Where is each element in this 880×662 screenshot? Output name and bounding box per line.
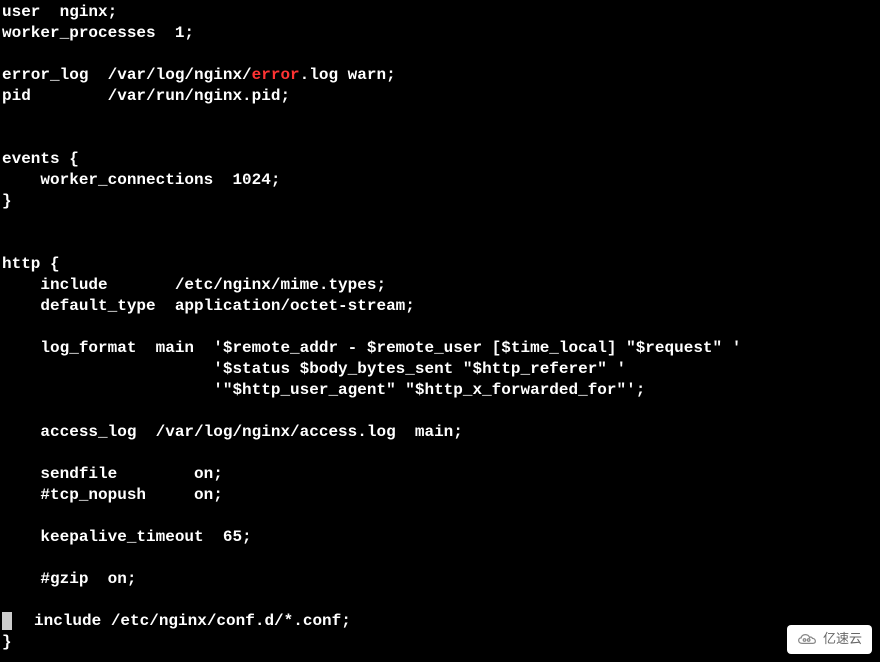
config-line: http { <box>2 254 880 275</box>
watermark-badge: 亿速云 <box>787 625 872 654</box>
code-text: '"$http_user_agent" "$http_x_forwarded_f… <box>2 381 645 399</box>
config-line: '"$http_user_agent" "$http_x_forwarded_f… <box>2 380 880 401</box>
config-line: pid /var/run/nginx.pid; <box>2 86 880 107</box>
config-line <box>2 128 880 149</box>
code-text: include /etc/nginx/conf.d/*.conf; <box>34 612 351 630</box>
config-line: access_log /var/log/nginx/access.log mai… <box>2 422 880 443</box>
config-line <box>2 233 880 254</box>
code-text: log_format main '$remote_addr - $remote_… <box>2 339 741 357</box>
code-text: error_log /var/log/nginx/ <box>2 66 252 84</box>
config-line <box>2 317 880 338</box>
code-text: worker_connections 1024; <box>2 171 280 189</box>
config-line: error_log /var/log/nginx/error.log warn; <box>2 65 880 86</box>
config-line: log_format main '$remote_addr - $remote_… <box>2 338 880 359</box>
code-text: '$status $body_bytes_sent "$http_referer… <box>2 360 626 378</box>
config-line: '$status $body_bytes_sent "$http_referer… <box>2 359 880 380</box>
config-line <box>2 44 880 65</box>
config-line: include /etc/nginx/conf.d/*.conf; <box>2 611 880 632</box>
config-line <box>2 443 880 464</box>
config-line: worker_processes 1; <box>2 23 880 44</box>
config-line: } <box>2 191 880 212</box>
config-line <box>2 212 880 233</box>
code-text: } <box>2 192 12 210</box>
config-line: include /etc/nginx/mime.types; <box>2 275 880 296</box>
code-text: access_log /var/log/nginx/access.log mai… <box>2 423 463 441</box>
code-text: #gzip on; <box>2 570 136 588</box>
code-text: default_type application/octet-stream; <box>2 297 415 315</box>
code-text: error <box>252 66 300 84</box>
code-text: pid /var/run/nginx.pid; <box>2 87 290 105</box>
config-line <box>2 401 880 422</box>
text-cursor <box>2 612 12 630</box>
code-text: events { <box>2 150 79 168</box>
config-line: keepalive_timeout 65; <box>2 527 880 548</box>
code-text: user nginx; <box>2 3 117 21</box>
config-line <box>2 548 880 569</box>
cloud-icon <box>797 633 817 647</box>
code-text: keepalive_timeout 65; <box>2 528 252 546</box>
config-line <box>2 506 880 527</box>
config-line: default_type application/octet-stream; <box>2 296 880 317</box>
config-line: } <box>2 632 880 653</box>
code-text: #tcp_nopush on; <box>2 486 223 504</box>
terminal-editor[interactable]: user nginx; worker_processes 1; error_log … <box>2 2 880 653</box>
config-line: sendfile on; <box>2 464 880 485</box>
config-line <box>2 590 880 611</box>
code-text: } <box>2 633 12 651</box>
code-text: worker_processes 1; <box>2 24 194 42</box>
config-line: events { <box>2 149 880 170</box>
config-line: user nginx; <box>2 2 880 23</box>
watermark-text: 亿速云 <box>823 631 862 648</box>
code-text: .log warn; <box>300 66 396 84</box>
code-text: http { <box>2 255 60 273</box>
config-line: worker_connections 1024; <box>2 170 880 191</box>
config-line: #gzip on; <box>2 569 880 590</box>
config-line <box>2 107 880 128</box>
code-text: sendfile on; <box>2 465 223 483</box>
config-line: #tcp_nopush on; <box>2 485 880 506</box>
code-text: include /etc/nginx/mime.types; <box>2 276 386 294</box>
